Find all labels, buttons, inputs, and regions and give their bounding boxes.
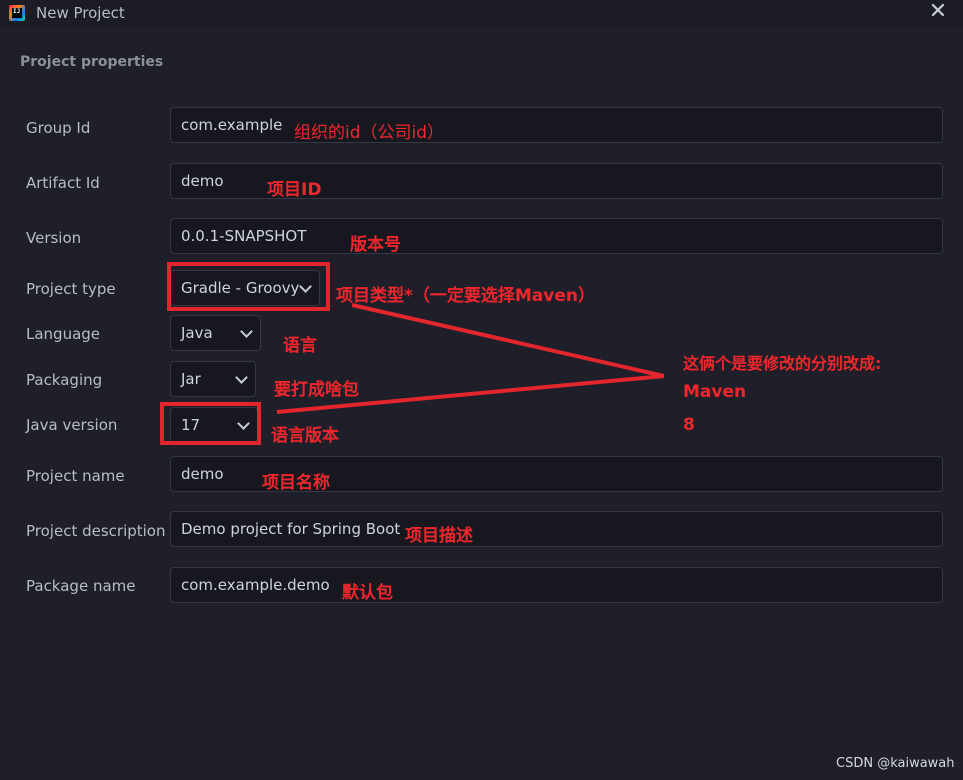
package-name-note: 默认包	[342, 583, 393, 603]
arrow-to-project-type	[351, 303, 665, 378]
project-name-note: 项目名称	[262, 473, 330, 493]
language-note: 语言	[283, 336, 317, 356]
version-note: 版本号	[350, 235, 401, 255]
java-version-note: 语言版本	[271, 426, 339, 446]
packaging-note: 要打成啥包	[274, 380, 359, 400]
project-type-note: 项目类型*（一定要选择Maven）	[336, 286, 595, 306]
artifact-id-note: 项目ID	[267, 180, 322, 200]
callout-line-1: 这俩个是要修改的分别改成:	[683, 354, 882, 373]
project-description-note: 项目描述	[405, 526, 473, 546]
callout-line-3: 8	[683, 415, 695, 435]
annotation-arrows	[276, 303, 665, 414]
group-id-note: 组织的id（公司id）	[294, 123, 445, 143]
watermark: CSDN @kaiwawah	[836, 756, 955, 771]
callout-line-2: Maven	[683, 382, 747, 402]
